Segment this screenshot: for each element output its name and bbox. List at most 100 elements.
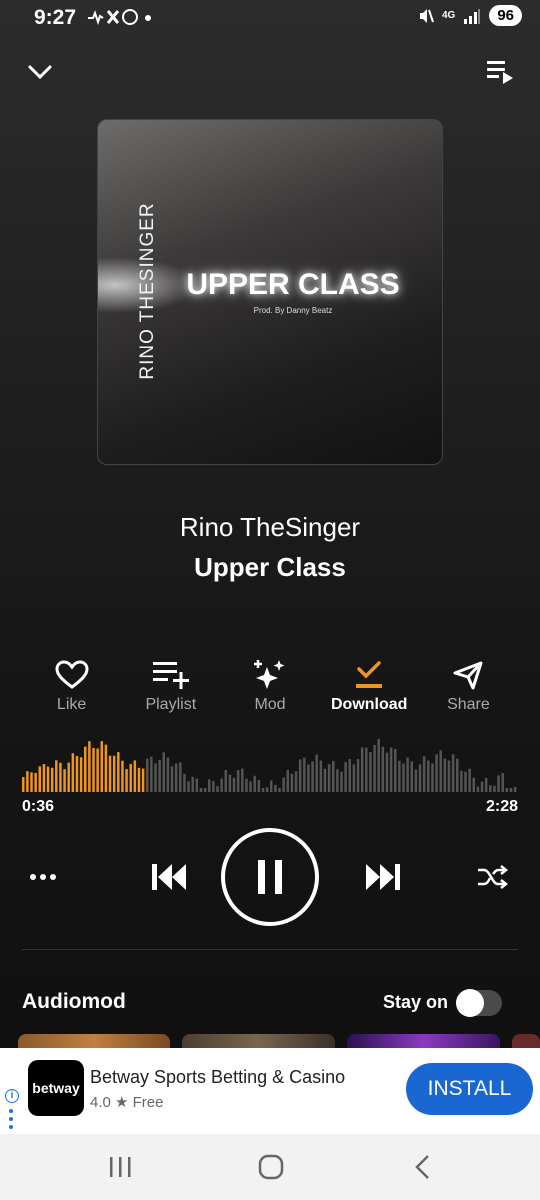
waveform-bar <box>513 786 517 792</box>
waveform-bar <box>422 756 426 792</box>
waveform-bar <box>365 747 368 792</box>
ad-app-logo[interactable]: betway <box>28 1060 84 1116</box>
like-button[interactable]: Like <box>22 658 121 714</box>
waveform-bar <box>137 767 141 792</box>
waveform-bar <box>63 769 66 792</box>
shuffle-icon <box>478 865 508 889</box>
waveform-bar <box>158 760 161 792</box>
previous-button[interactable] <box>148 856 190 898</box>
send-icon <box>453 661 483 690</box>
waveform-bar <box>352 764 356 792</box>
status-time: 9:27 <box>34 6 77 29</box>
playlist-button[interactable]: Playlist <box>121 658 220 714</box>
waveform-bar <box>249 781 252 792</box>
share-label: Share <box>447 696 490 713</box>
waveform-bar <box>315 754 318 792</box>
more-icon <box>30 874 56 880</box>
skip-previous-icon <box>152 864 186 890</box>
waveform-bar <box>402 763 405 792</box>
waveform-bar <box>476 786 480 792</box>
waveform-bar <box>414 769 418 792</box>
ad-title[interactable]: Betway Sports Betting & Casino <box>90 1067 345 1088</box>
audiomod-card[interactable] <box>512 1034 540 1048</box>
download-label: Download <box>330 696 408 713</box>
ad-info-icon[interactable]: i <box>5 1089 19 1103</box>
waveform-bar <box>79 757 83 792</box>
waveform-bar <box>373 745 376 792</box>
recent-apps-icon[interactable] <box>108 1156 132 1178</box>
waveform-bar <box>141 768 145 792</box>
waveform-bar <box>183 773 186 792</box>
waveform-bar <box>257 780 261 792</box>
waveform-bar <box>464 771 467 792</box>
next-button[interactable] <box>362 856 404 898</box>
audiomod-card[interactable] <box>18 1034 170 1048</box>
install-button[interactable]: INSTALL <box>406 1063 533 1115</box>
waveform-bar <box>265 787 269 792</box>
waveform-bar <box>26 771 29 792</box>
waveform-bar <box>456 758 459 792</box>
download-check-icon <box>356 661 383 688</box>
waveform-bar <box>154 763 157 792</box>
audiomod-card[interactable] <box>182 1034 335 1048</box>
system-nav-bar <box>0 1134 540 1200</box>
waveform-bar <box>410 761 414 792</box>
divider <box>22 949 518 950</box>
waveform-bar <box>92 747 95 792</box>
shuffle-button[interactable] <box>474 860 510 894</box>
waveform-bar <box>179 762 182 792</box>
waveform-bar <box>489 785 492 792</box>
pause-icon <box>258 860 282 894</box>
playlist-add-icon <box>152 662 189 689</box>
waveform-bar <box>75 755 79 792</box>
waveform-bar <box>406 757 409 792</box>
mod-button[interactable]: Mod <box>220 658 319 714</box>
waveform-bar <box>381 746 385 792</box>
status-bar: 9:27 4G 96 <box>0 0 540 36</box>
album-art-title: UPPER CLASS <box>186 268 400 301</box>
waveform-bar <box>34 772 37 792</box>
waveform-bar <box>270 780 273 792</box>
share-button[interactable]: Share <box>419 658 518 714</box>
audiomod-card[interactable] <box>347 1034 500 1048</box>
more-options-button[interactable] <box>26 864 60 890</box>
mute-icon <box>419 8 434 23</box>
queue-icon <box>487 61 513 84</box>
download-button[interactable]: Download <box>320 658 419 714</box>
action-row: Like Playlist Mod Download Share <box>22 658 518 714</box>
waveform-bar <box>125 769 128 792</box>
waveform-bar <box>398 760 401 792</box>
waveform-bar <box>282 777 285 792</box>
waveform-bar <box>187 781 190 792</box>
queue-button[interactable] <box>483 54 517 88</box>
waveform-bar <box>472 777 476 792</box>
waveform-bar <box>22 777 25 792</box>
waveform-bar <box>505 788 509 792</box>
signal-icon <box>464 8 481 24</box>
waveform-seekbar[interactable] <box>22 736 518 792</box>
artist-name[interactable]: Rino TheSinger <box>0 512 540 543</box>
waveform-bar <box>443 758 447 792</box>
waveform-bar <box>332 760 335 792</box>
waveform-bar <box>166 757 170 792</box>
waveform-bar <box>108 755 112 792</box>
back-icon[interactable] <box>412 1154 432 1180</box>
waveform-bar <box>236 770 240 792</box>
home-icon[interactable] <box>258 1154 284 1180</box>
waveform-bar <box>59 762 62 792</box>
pause-button[interactable] <box>221 828 319 926</box>
waveform-bar <box>298 759 302 792</box>
collapse-button[interactable] <box>24 56 56 88</box>
waveform-bar <box>224 769 228 792</box>
stay-on-toggle[interactable] <box>456 989 502 1017</box>
waveform-bar <box>418 764 422 792</box>
waveform-bar <box>146 758 149 792</box>
waveform-bar <box>286 769 290 792</box>
ad-rating: 4.0 ★ Free <box>90 1094 164 1111</box>
waveform-bar <box>501 773 504 792</box>
waveform-bar <box>493 785 496 792</box>
album-art-artist: RINO THESINGER <box>137 202 158 380</box>
ad-options-icon[interactable] <box>9 1108 13 1130</box>
waveform-bar <box>133 760 137 792</box>
waveform-bar <box>112 755 116 792</box>
